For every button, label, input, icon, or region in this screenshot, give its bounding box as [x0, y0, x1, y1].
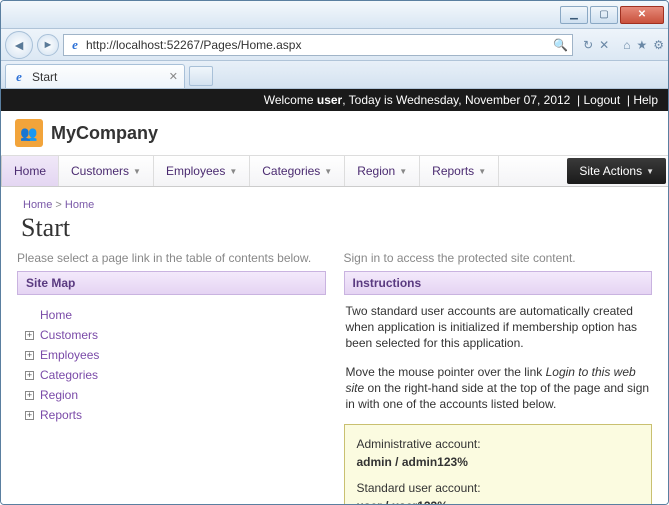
- menu-region[interactable]: Region▼: [345, 156, 420, 186]
- user-account-value: user / user123%: [357, 499, 448, 504]
- menu-categories[interactable]: Categories▼: [250, 156, 345, 186]
- right-column: Sign in to access the protected site con…: [344, 251, 653, 504]
- browser-nav-row: ◄ ► e 🔍 ↻ ✕ ⌂ ★ ⚙: [1, 29, 668, 61]
- chevron-down-icon: ▼: [478, 167, 486, 176]
- address-bar[interactable]: e 🔍: [63, 34, 573, 56]
- expand-icon[interactable]: +: [25, 391, 34, 400]
- breadcrumb-item[interactable]: Home: [23, 199, 52, 211]
- chevron-down-icon: ▼: [399, 167, 407, 176]
- sitemap-tree: +Home +Customers +Employees +Categories …: [17, 295, 326, 429]
- back-button[interactable]: ◄: [5, 31, 33, 59]
- tree-item-categories[interactable]: +Categories: [25, 365, 322, 385]
- company-logo-icon: 👥: [15, 119, 43, 147]
- credentials-box: Administrative account: admin / admin123…: [344, 424, 653, 504]
- welcome-prefix: Welcome: [264, 93, 317, 107]
- tree-item-reports[interactable]: +Reports: [25, 405, 322, 425]
- left-column: Please select a page link in the table o…: [17, 251, 326, 504]
- left-hint: Please select a page link in the table o…: [17, 251, 326, 271]
- logo-row: 👥 MyCompany: [1, 111, 668, 155]
- search-icon[interactable]: 🔍: [553, 38, 568, 52]
- tab-close-icon[interactable]: ✕: [169, 70, 178, 83]
- refresh-icon[interactable]: ↻: [583, 38, 593, 52]
- chevron-down-icon: ▼: [324, 167, 332, 176]
- home-icon[interactable]: ⌂: [623, 38, 630, 52]
- admin-account-label: Administrative account:: [357, 435, 640, 453]
- window-titlebar: ▁ ▢ ✕: [1, 1, 668, 29]
- url-input[interactable]: [86, 38, 549, 52]
- browser-tab-row: e Start ✕: [1, 61, 668, 89]
- browser-right-icons: ⌂ ★ ⚙: [613, 38, 664, 52]
- ie-tab-icon: e: [12, 70, 26, 84]
- chevron-down-icon: ▼: [646, 167, 654, 176]
- tree-item-home[interactable]: +Home: [25, 305, 322, 325]
- menu-employees[interactable]: Employees▼: [154, 156, 250, 186]
- menu-reports[interactable]: Reports▼: [420, 156, 499, 186]
- tree-item-region[interactable]: +Region: [25, 385, 322, 405]
- expand-icon[interactable]: +: [25, 411, 34, 420]
- stop-icon[interactable]: ✕: [599, 38, 609, 52]
- breadcrumb: Home > Home: [17, 195, 652, 213]
- favorites-icon[interactable]: ★: [636, 38, 647, 52]
- close-button[interactable]: ✕: [620, 6, 664, 24]
- admin-account-value: admin / admin123%: [357, 455, 468, 469]
- minimize-button[interactable]: ▁: [560, 6, 588, 24]
- instructions-panel-header: Instructions: [344, 271, 653, 295]
- breadcrumb-item[interactable]: Home: [65, 199, 94, 211]
- tools-icon[interactable]: ⚙: [653, 38, 664, 52]
- browser-tab[interactable]: e Start ✕: [5, 64, 185, 88]
- content-area: Home > Home Start Please select a page l…: [1, 187, 668, 504]
- expand-icon[interactable]: +: [25, 331, 34, 340]
- welcome-date: , Today is Wednesday, November 07, 2012: [342, 93, 570, 107]
- page-title: Start: [17, 213, 652, 251]
- user-account-label: Standard user account:: [357, 479, 640, 497]
- expand-icon[interactable]: +: [25, 371, 34, 380]
- right-hint: Sign in to access the protected site con…: [344, 251, 653, 271]
- ie-page-icon: e: [68, 38, 82, 52]
- welcome-bar: Welcome user, Today is Wednesday, Novemb…: [1, 89, 668, 111]
- browser-window: ▁ ▢ ✕ ◄ ► e 🔍 ↻ ✕ ⌂ ★ ⚙ e Start ✕ Welcom…: [0, 0, 669, 505]
- main-menu: Home Customers▼ Employees▼ Categories▼ R…: [1, 155, 668, 187]
- sitemap-panel-header: Site Map: [17, 271, 326, 295]
- expand-icon[interactable]: +: [25, 351, 34, 360]
- tree-item-employees[interactable]: +Employees: [25, 345, 322, 365]
- company-name: MyCompany: [51, 123, 158, 144]
- logout-link[interactable]: Logout: [583, 93, 620, 107]
- page-viewport: Welcome user, Today is Wednesday, Novemb…: [1, 89, 668, 504]
- maximize-button[interactable]: ▢: [590, 6, 618, 24]
- chevron-down-icon: ▼: [229, 167, 237, 176]
- tree-item-customers[interactable]: +Customers: [25, 325, 322, 345]
- welcome-user: user: [317, 93, 342, 107]
- new-tab-button[interactable]: [189, 66, 213, 86]
- forward-button[interactable]: ►: [37, 34, 59, 56]
- chevron-down-icon: ▼: [133, 167, 141, 176]
- menu-home[interactable]: Home: [1, 156, 59, 186]
- site-actions-button[interactable]: Site Actions▼: [567, 158, 666, 184]
- instructions-para-1: Two standard user accounts are automatic…: [344, 295, 653, 356]
- help-link[interactable]: Help: [633, 93, 658, 107]
- instructions-para-2: Move the mouse pointer over the link Log…: [344, 356, 653, 417]
- browser-toolbar-icons: ↻ ✕: [577, 38, 609, 52]
- tab-title: Start: [32, 70, 57, 84]
- menu-customers[interactable]: Customers▼: [59, 156, 154, 186]
